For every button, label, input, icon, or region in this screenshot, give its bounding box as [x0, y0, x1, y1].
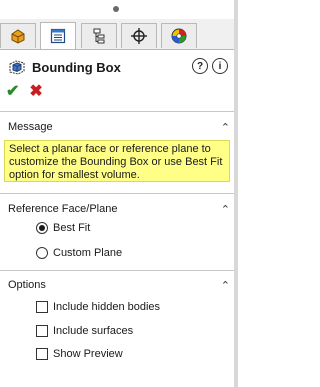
section-title: Message — [8, 121, 53, 133]
radio-button[interactable] — [36, 247, 48, 259]
radio-button[interactable] — [36, 222, 48, 234]
cancel-button[interactable]: ✖ — [29, 83, 42, 101]
checkbox-include-surfaces[interactable]: Include surfaces — [36, 323, 133, 339]
section-divider — [0, 270, 234, 271]
manager-tab-bar — [0, 19, 234, 50]
vertical-scrollbar[interactable] — [234, 0, 238, 387]
tab-display-manager[interactable] — [161, 23, 197, 48]
radio-best-fit[interactable]: Best Fit — [36, 220, 90, 236]
feature-manager-icon — [11, 29, 25, 44]
message-text: Select a planar face or reference plane … — [4, 140, 230, 182]
section-divider — [0, 111, 234, 112]
checkbox[interactable] — [36, 348, 48, 360]
message-section-header[interactable]: Message ⌃ — [8, 121, 230, 137]
radio-custom-plane[interactable]: Custom Plane — [36, 245, 122, 261]
display-manager-icon — [171, 28, 187, 44]
section-title: Options — [8, 279, 46, 291]
checkbox-label: Show Preview — [53, 348, 123, 360]
property-manager-title-row: Bounding Box ? i — [8, 56, 230, 78]
radio-label: Best Fit — [53, 222, 91, 234]
tab-property-manager[interactable] — [40, 22, 76, 49]
tab-feature-manager[interactable] — [0, 23, 36, 48]
dimxpert-manager-icon — [131, 28, 147, 44]
collapse-chevron-icon[interactable]: ⌃ — [221, 203, 230, 216]
panel-grip-handle[interactable] — [113, 6, 119, 12]
tab-dimxpert-manager[interactable] — [121, 23, 157, 48]
ok-button[interactable]: ✔ — [6, 83, 19, 101]
collapse-chevron-icon[interactable]: ⌃ — [221, 121, 230, 134]
section-title: Reference Face/Plane — [8, 203, 118, 215]
page-title: Bounding Box — [32, 59, 121, 75]
section-divider — [0, 193, 234, 194]
collapse-chevron-icon[interactable]: ⌃ — [221, 279, 230, 292]
checkbox[interactable] — [36, 301, 48, 313]
checkbox-show-preview[interactable]: Show Preview — [36, 346, 123, 362]
checkbox[interactable] — [36, 325, 48, 337]
property-manager-panel: Bounding Box ? i ✔ ✖ Message ⌃ Select a … — [0, 0, 234, 387]
ok-cancel-row: ✔ ✖ — [6, 83, 43, 101]
reference-section-header[interactable]: Reference Face/Plane ⌃ — [8, 203, 230, 219]
info-icon[interactable]: i — [212, 58, 228, 74]
tab-configuration-manager[interactable] — [81, 23, 117, 48]
checkbox-include-hidden-bodies[interactable]: Include hidden bodies — [36, 299, 160, 315]
bounding-box-icon — [9, 60, 25, 75]
checkbox-label: Include surfaces — [53, 325, 134, 337]
options-section-header[interactable]: Options ⌃ — [8, 279, 230, 295]
property-manager-icon — [50, 28, 66, 44]
checkbox-label: Include hidden bodies — [53, 301, 161, 313]
configuration-manager-icon — [93, 28, 105, 44]
help-icon[interactable]: ? — [192, 58, 208, 74]
radio-label: Custom Plane — [53, 247, 123, 259]
